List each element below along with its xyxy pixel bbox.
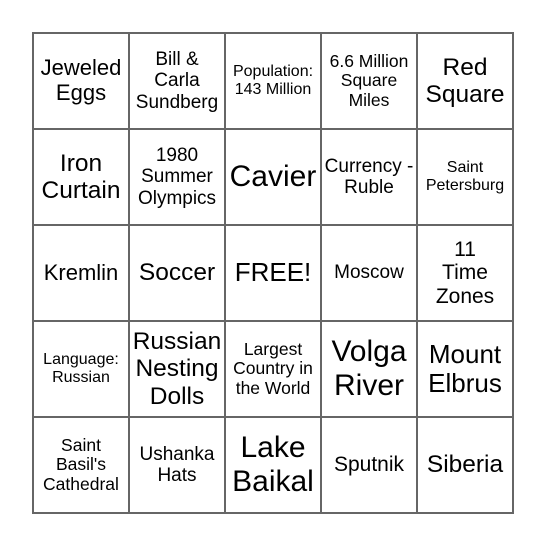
cell-label: Sputnik xyxy=(333,453,405,477)
cell-label: Jeweled Eggs xyxy=(40,55,122,105)
cell-label: Cavier xyxy=(229,160,317,194)
cell-label: 1980 Summer Olympics xyxy=(137,145,217,209)
bingo-cell[interactable]: Mount Elbrus xyxy=(418,322,514,418)
cell-label: Bill & Carla Sundberg xyxy=(135,49,219,113)
bingo-cell[interactable]: Soccer xyxy=(130,226,226,322)
bingo-cell[interactable]: Saint Petersburg xyxy=(418,130,514,226)
cell-label: Mount Elbrus xyxy=(428,338,502,398)
bingo-cell[interactable]: Red Square xyxy=(418,34,514,130)
cell-label: Red Square xyxy=(425,53,505,108)
bingo-cell[interactable]: 1980 Summer Olympics xyxy=(130,130,226,226)
bingo-cell[interactable]: Lake Baikal xyxy=(226,418,322,514)
bingo-cell[interactable]: Saint Basil's Cathedral xyxy=(34,418,130,514)
bingo-cell[interactable]: Population: 143 Million xyxy=(226,34,322,130)
free-space[interactable]: FREE! xyxy=(226,226,322,322)
bingo-cell[interactable]: 11 Time Zones xyxy=(418,226,514,322)
cell-label: Russian Nesting Dolls xyxy=(132,327,222,410)
cell-label: Siberia xyxy=(426,451,504,479)
cell-label: Iron Curtain xyxy=(41,149,121,204)
cell-label: Saint Petersburg xyxy=(425,159,505,194)
cell-label: Population: 143 Million xyxy=(232,63,314,98)
bingo-board: Jeweled Eggs Bill & Carla Sundberg Popul… xyxy=(32,32,514,514)
bingo-cell[interactable]: Ushanka Hats xyxy=(130,418,226,514)
cell-label: 11 Time Zones xyxy=(435,237,495,308)
bingo-cell[interactable]: Moscow xyxy=(322,226,418,322)
cell-label: Largest Country in the World xyxy=(233,338,313,398)
bingo-cell[interactable]: Siberia xyxy=(418,418,514,514)
cell-label: Moscow xyxy=(334,262,404,284)
bingo-cell[interactable]: Currency - Ruble xyxy=(322,130,418,226)
bingo-cell[interactable]: Bill & Carla Sundberg xyxy=(130,34,226,130)
bingo-cell[interactable]: Sputnik xyxy=(322,418,418,514)
cell-label: Currency - Ruble xyxy=(324,155,414,198)
cell-label: Soccer xyxy=(138,259,216,287)
bingo-cell[interactable]: Jeweled Eggs xyxy=(34,34,130,130)
cell-label: Volga River xyxy=(331,335,407,402)
bingo-cell[interactable]: Iron Curtain xyxy=(34,130,130,226)
bingo-cell[interactable]: Largest Country in the World xyxy=(226,322,322,418)
cell-label: Ushanka Hats xyxy=(139,443,215,486)
cell-label: Kremlin xyxy=(43,259,119,285)
bingo-cell[interactable]: Language: Russian xyxy=(34,322,130,418)
cell-label: Lake Baikal xyxy=(232,431,314,498)
bingo-cell[interactable]: Russian Nesting Dolls xyxy=(130,322,226,418)
cell-label: Saint Basil's Cathedral xyxy=(43,434,119,494)
bingo-cell[interactable]: Kremlin xyxy=(34,226,130,322)
bingo-cell[interactable]: 6.6 Million Square Miles xyxy=(322,34,418,130)
free-space-label: FREE! xyxy=(234,257,312,288)
cell-label: 6.6 Million Square Miles xyxy=(329,50,409,110)
cell-label: Language: Russian xyxy=(43,351,119,386)
bingo-cell[interactable]: Cavier xyxy=(226,130,322,226)
bingo-cell[interactable]: Volga River xyxy=(322,322,418,418)
